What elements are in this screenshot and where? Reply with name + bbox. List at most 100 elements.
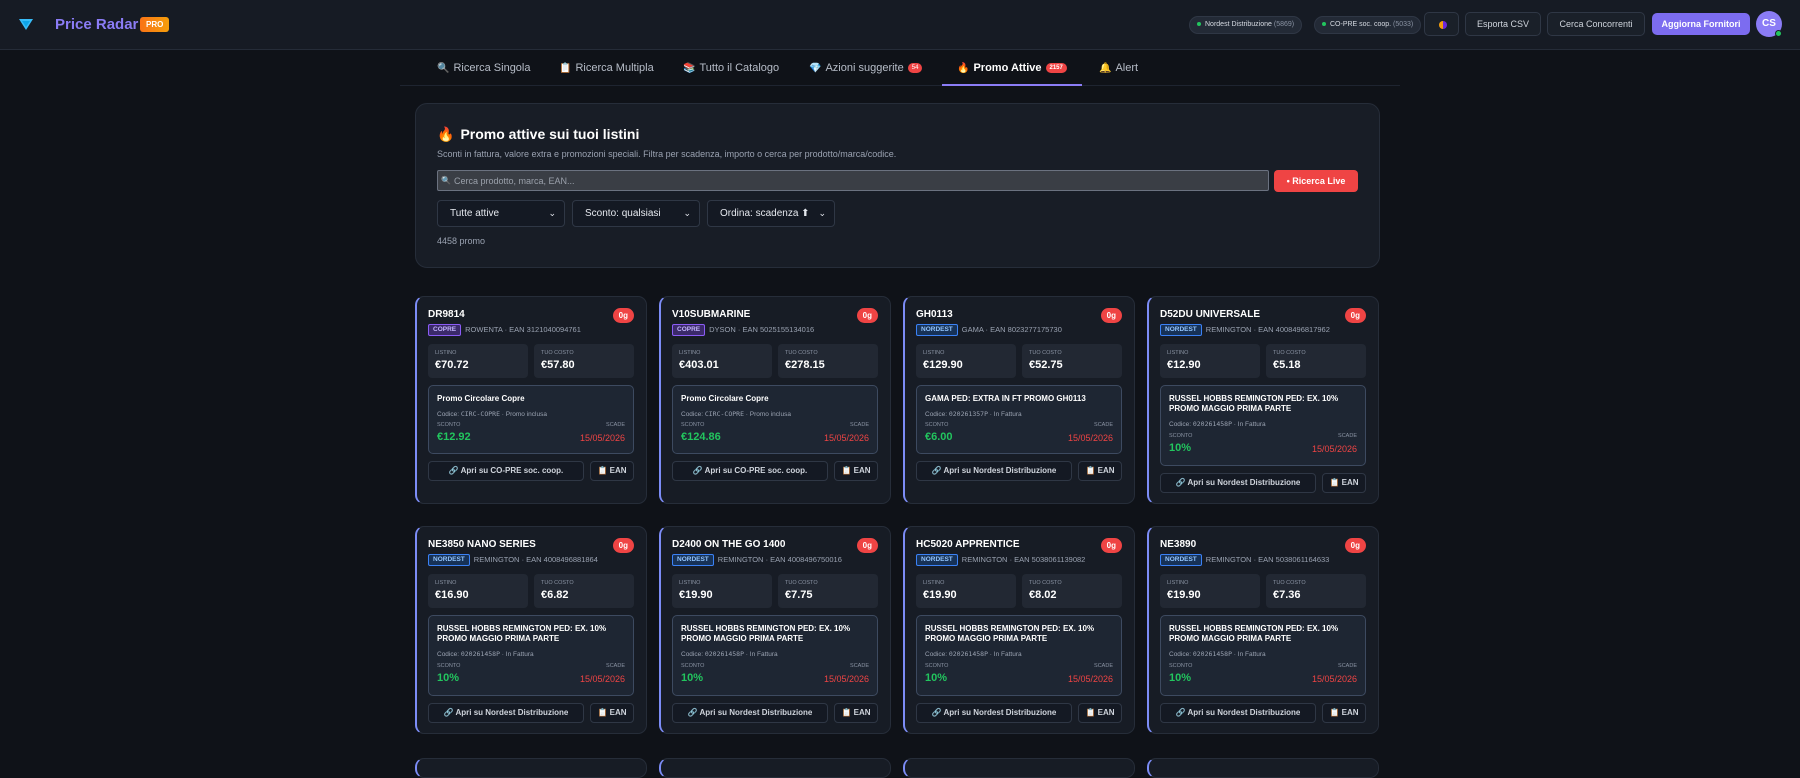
your-cost-box: TUO COSTO €7.75 — [778, 574, 878, 608]
product-meta: NORDEST REMINGTON · EAN 5038061139082 — [916, 554, 1085, 566]
promo-card — [1147, 758, 1379, 778]
promo-detail-box: RUSSEL HOBBS REMINGTON PED: EX. 10% PROM… — [1160, 615, 1366, 696]
ean-code: EAN 4008496881864 — [526, 554, 598, 564]
supplier-status-copre[interactable]: CO-PRE soc. coop. (5033) — [1314, 16, 1422, 34]
search-competitors-button[interactable]: Cerca Concorrenti — [1547, 12, 1645, 36]
open-supplier-button[interactable]: 🔗 Apri su Nordest Distribuzione — [1160, 703, 1316, 723]
promo-detail-box: RUSSEL HOBBS REMINGTON PED: EX. 10% PROM… — [1160, 385, 1366, 466]
export-csv-button[interactable]: Esporta CSV — [1465, 12, 1541, 36]
expiry-date: 15/05/2026 — [1067, 674, 1113, 684]
online-status-icon — [1775, 30, 1782, 37]
copy-ean-button[interactable]: 📋 EAN — [1078, 703, 1122, 723]
copy-ean-button[interactable]: 📋 EAN — [834, 461, 878, 481]
days-left-badge: 0g — [1100, 308, 1122, 323]
copy-ean-button[interactable]: 📋 EAN — [1078, 461, 1122, 481]
tab-tutto-il-catalogo[interactable]: 📚 Tutto il Catalogo — [683, 52, 779, 86]
supplier-status-nordest[interactable]: Nordest Distribuzione (5869) — [1189, 16, 1303, 34]
open-supplier-button[interactable]: 🔗 Apri su Nordest Distribuzione — [1160, 473, 1316, 493]
brand-name: REMINGTON — [961, 554, 1008, 564]
expiry-date: 15/05/2026 — [823, 433, 869, 443]
brand-name: REMINGTON — [473, 554, 520, 564]
link-icon: 🔗 — [692, 466, 705, 475]
theme-toggle-button[interactable] — [1424, 12, 1459, 36]
live-search-button[interactable]: • Ricerca Live — [1274, 170, 1358, 192]
status-filter-select[interactable]: Tutte attive ⌄ — [437, 200, 565, 227]
sort-order-select[interactable]: Ordina: scadenza ⬆ ⌄ — [707, 200, 835, 227]
promo-title: Promo Circolare Copre — [681, 394, 769, 403]
discount-filter-select[interactable]: Sconto: qualsiasi ⌄ — [572, 200, 700, 227]
tab-azioni-suggerite[interactable]: 💎 Azioni suggerite 54 — [809, 52, 923, 86]
product-meta: COPRE DYSON · EAN 5025155134016 — [672, 324, 814, 336]
open-supplier-button[interactable]: 🔗 Apri su CO-PRE soc. coop. — [428, 461, 584, 481]
brand-name: REMINGTON — [1205, 324, 1252, 334]
promo-code-line: Codice: 020261458P · In Fattura — [681, 650, 778, 658]
promo-search-input[interactable] — [437, 170, 1269, 191]
open-supplier-button[interactable]: 🔗 Apri su Nordest Distribuzione — [428, 703, 584, 723]
clipboard-icon: 📋 — [559, 63, 572, 74]
promo-code: 020261357P — [948, 410, 988, 418]
product-meta: NORDEST REMINGTON · EAN 4008496750016 — [672, 554, 842, 566]
list-price-box: LISTINO €19.90 — [672, 574, 772, 608]
open-supplier-button[interactable]: 🔗 Apri su CO-PRE soc. coop. — [672, 461, 828, 481]
tab-promo-attive[interactable]: 🔥 Promo Attive 2157 — [942, 52, 1082, 86]
update-suppliers-button[interactable]: Aggiorna Fornitori — [1652, 13, 1750, 35]
supplier-badge: NORDEST — [672, 554, 714, 566]
list-price: €16.90 — [435, 589, 469, 601]
discount-value: 10% — [437, 672, 460, 684]
promo-type: In Fattura — [1237, 421, 1266, 428]
promo-code: 020261458P — [1192, 650, 1232, 658]
theme-icon — [1439, 21, 1447, 29]
expiry-date: 15/05/2026 — [1311, 674, 1357, 684]
ean-code: EAN 5025155134016 — [742, 324, 815, 334]
promo-code: CIRC-COPRE — [704, 410, 744, 418]
promo-count: 4458 promo — [437, 236, 486, 246]
open-supplier-button[interactable]: 🔗 Apri su Nordest Distribuzione — [672, 703, 828, 723]
copy-ean-button[interactable]: 📋 EAN — [590, 703, 634, 723]
list-price-box: LISTINO €129.90 — [916, 344, 1016, 378]
copy-ean-button[interactable]: 📋 EAN — [1322, 473, 1366, 493]
promo-code: CIRC-COPRE — [460, 410, 500, 418]
tab-ricerca-multipla[interactable]: 📋 Ricerca Multipla — [559, 52, 654, 86]
promo-card: D2400 ON THE GO 1400 0g NORDEST REMINGTON ·… — [659, 526, 891, 734]
user-avatar[interactable]: CS — [1756, 11, 1782, 37]
promo-title: RUSSEL HOBBS REMINGTON PED: EX. 10% PROM… — [437, 624, 607, 643]
clipboard-icon: 📋 — [1085, 708, 1098, 717]
promo-type: In Fattura — [993, 651, 1022, 658]
promo-detail-box: RUSSEL HOBBS REMINGTON PED: EX. 10% PROM… — [916, 615, 1122, 696]
promo-card: D52DU UNIVERSALE 0g NORDEST REMINGTON · EAN… — [1147, 296, 1379, 504]
open-supplier-button[interactable]: 🔗 Apri su Nordest Distribuzione — [916, 461, 1072, 481]
copy-ean-button[interactable]: 📋 EAN — [834, 703, 878, 723]
promo-detail-box: Promo Circolare Copre Codice: CIRC-COPRE … — [428, 385, 634, 454]
promo-type: In Fattura — [993, 411, 1022, 418]
panel-subtitle: Sconti in fattura, valore extra e promoz… — [437, 149, 897, 159]
your-cost: €278.15 — [785, 359, 825, 371]
list-price: €403.01 — [679, 359, 719, 371]
chevron-down-icon: ⌄ — [818, 208, 826, 218]
open-supplier-button[interactable]: 🔗 Apri su Nordest Distribuzione — [916, 703, 1072, 723]
promo-detail-box: Promo Circolare Copre Codice: CIRC-COPRE … — [672, 385, 878, 454]
chevron-down-icon: ⌄ — [548, 208, 556, 218]
brand-name: REMINGTON — [1205, 554, 1252, 564]
your-cost: €8.02 — [1029, 589, 1057, 601]
promo-card: HC5020 APPRENTICE 0g NORDEST REMINGTON · EA… — [903, 526, 1135, 734]
tab-alert[interactable]: 🔔 Alert — [1099, 52, 1138, 86]
your-cost-box: TUO COSTO €278.15 — [778, 344, 878, 378]
tab-ricerca-singola[interactable]: 🔍 Ricerca Singola — [437, 52, 531, 86]
discount-value: €12.92 — [437, 431, 471, 443]
supplier-badge: NORDEST — [1160, 324, 1202, 336]
list-price-box: LISTINO €403.01 — [672, 344, 772, 378]
promo-code-line: Codice: 020261357P · In Fattura — [925, 410, 1022, 418]
list-price: €70.72 — [435, 359, 469, 371]
your-cost: €7.75 — [785, 589, 813, 601]
promo-title: RUSSEL HOBBS REMINGTON PED: EX. 10% PROM… — [1169, 624, 1339, 643]
supplier-badge: NORDEST — [1160, 554, 1202, 566]
days-left-badge: 0g — [856, 308, 878, 323]
brand-name: REMINGTON — [717, 554, 764, 564]
copy-ean-button[interactable]: 📋 EAN — [590, 461, 634, 481]
link-icon: 🔗 — [931, 708, 944, 717]
promo-type: Promo inclusa — [505, 411, 547, 418]
list-price: €12.90 — [1167, 359, 1201, 371]
tab-count-badge: 2157 — [1045, 63, 1067, 74]
promo-detail-box: GAMA PED: EXTRA IN FT PROMO GH0113 Codice… — [916, 385, 1122, 454]
copy-ean-button[interactable]: 📋 EAN — [1322, 703, 1366, 723]
